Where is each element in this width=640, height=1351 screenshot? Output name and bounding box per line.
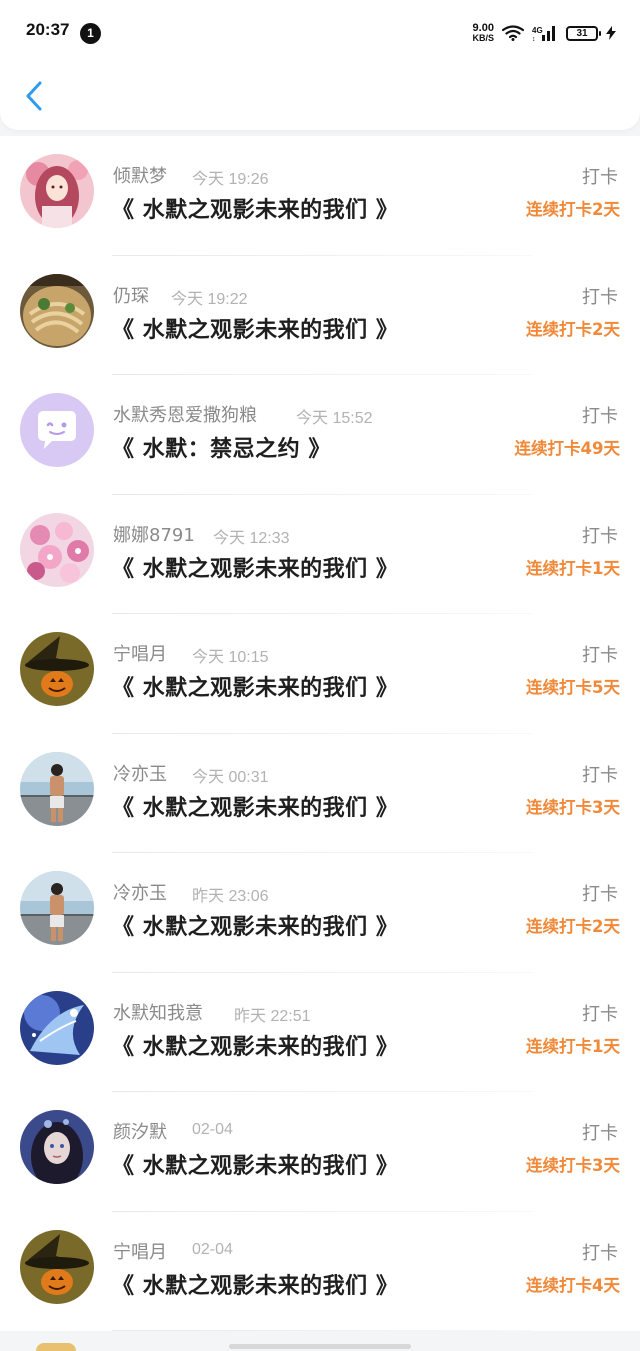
avatar[interactable] xyxy=(20,632,94,706)
user-name[interactable]: 娜娜8791 xyxy=(113,521,195,547)
checkin-label: 打卡 xyxy=(582,406,618,427)
checkin-label: 打卡 xyxy=(582,286,618,308)
post-time: 今天 19:26 xyxy=(192,171,269,188)
user-name[interactable]: 宁唱月 xyxy=(113,640,167,666)
user-name[interactable]: 冷亦玉 xyxy=(113,879,167,905)
user-name[interactable]: 宁唱月 xyxy=(113,1238,167,1264)
book-title[interactable]: 《 水默之观影未来的我们 》 xyxy=(112,551,398,583)
list-item[interactable]: 仍琛 今天 19:22 《 水默之观影未来的我们 》 打卡连续打卡2天 xyxy=(0,256,640,375)
battery-icon: 31 xyxy=(566,25,601,41)
post-time: 今天 10:15 xyxy=(192,649,269,666)
header-bar xyxy=(0,62,640,130)
avatar[interactable] xyxy=(20,752,94,826)
chevron-left-icon xyxy=(26,81,42,111)
checkin-list: 倾默梦 今天 19:26 《 水默之观影未来的我们 》打卡 连续打卡2天 仍琛 今天 19… xyxy=(0,136,640,1331)
book-title[interactable]: 《 水默之观影未来的我们 》 xyxy=(112,312,398,344)
notification-count-badge: 1 xyxy=(80,23,101,44)
streak-days: 连续打卡1天 xyxy=(526,1036,620,1056)
net-speed-unit: KB/S xyxy=(472,33,494,43)
checkin-label: 打卡 xyxy=(582,1123,618,1144)
status-icons: 9.00 KB/S 4G ↕ 31 xyxy=(472,22,616,44)
book-title[interactable]: 《 水默之观影未来的我们 》 xyxy=(112,1148,398,1180)
list-item[interactable]: 冷亦玉 昨天 23:06 《 水默之观影未来的我们 》 打卡连续打卡2天 xyxy=(0,853,640,973)
cellular-signal-icon: 4G ↕ xyxy=(532,26,555,41)
user-name[interactable]: 冷亦玉 xyxy=(113,760,167,786)
book-title[interactable]: 《 水默之观影未来的我们 》 xyxy=(112,1029,398,1061)
post-time: 02-04 xyxy=(192,1121,233,1138)
post-time: 昨天 22:51 xyxy=(234,1007,311,1025)
wifi-icon xyxy=(502,25,524,41)
streak-days: 连续打卡2天 xyxy=(526,200,620,219)
checkin-label: 打卡 xyxy=(582,1242,618,1264)
next-item-avatar-peek xyxy=(36,1343,76,1351)
net-speed: 9.00 KB/S xyxy=(472,23,494,43)
avatar[interactable] xyxy=(20,1110,94,1184)
back-button[interactable] xyxy=(20,78,52,114)
checkin-label: 打卡 xyxy=(582,884,618,905)
status-bar: 20:37 1 9.00 KB/S 4G ↕ 31 xyxy=(0,0,640,62)
streak-days: 连续打卡2天 xyxy=(526,319,620,339)
list-item[interactable]: 倾默梦 今天 19:26 《 水默之观影未来的我们 》 打卡连续打卡2天 xyxy=(0,136,640,256)
signal-label: 4G xyxy=(532,26,543,35)
post-time: 今天 15:52 xyxy=(296,410,373,427)
streak-days: 连续打卡4天 xyxy=(526,1275,620,1295)
list-item[interactable]: 水默秀恩爱撒狗粮 今天 15:52 《 水默：禁忌之约 》 打卡连续打卡49天 xyxy=(0,375,640,495)
avatar[interactable] xyxy=(20,154,94,228)
post-time: 昨天 23:06 xyxy=(192,888,269,905)
avatar[interactable] xyxy=(20,871,94,945)
avatar[interactable] xyxy=(20,1230,94,1304)
book-title[interactable]: 《 水默之观影未来的我们 》 xyxy=(112,909,398,941)
streak-days: 连续打卡1天 xyxy=(526,558,620,578)
status-time: 20:37 xyxy=(26,20,70,39)
user-name[interactable]: 水默秀恩爱撒狗粮 xyxy=(113,401,257,427)
book-title[interactable]: 《 水默之观影未来的我们 》 xyxy=(112,790,398,822)
list-item[interactable]: 冷亦玉 今天 00:31 《 水默之观影未来的我们 》 打卡连续打卡3天 xyxy=(0,734,640,853)
streak-days: 连续打卡49天 xyxy=(514,439,620,458)
streak-days: 连续打卡3天 xyxy=(526,1156,620,1175)
list-item[interactable]: 颜汐默 02-04 《 水默之观影未来的我们 》 打卡连续打卡3天 xyxy=(0,1092,640,1212)
divider xyxy=(112,1330,532,1331)
book-title[interactable]: 《 水默：禁忌之约 》 xyxy=(112,431,331,463)
list-item[interactable]: 宁唱月 今天 10:15 《 水默之观影未来的我们 》 打卡连续打卡5天 xyxy=(0,614,640,734)
user-name[interactable]: 倾默梦 xyxy=(113,162,167,188)
checkin-label: 打卡 xyxy=(582,167,618,188)
list-item[interactable]: 水默知我意 昨天 22:51 《 水默之观影未来的我们 》 打卡连续打卡1天 xyxy=(0,973,640,1092)
checkin-label: 打卡 xyxy=(582,645,618,666)
user-name[interactable]: 水默知我意 xyxy=(113,999,203,1025)
streak-days: 连续打卡3天 xyxy=(526,797,620,817)
user-name[interactable]: 仍琛 xyxy=(113,282,149,308)
svg-text:↕: ↕ xyxy=(532,36,536,41)
list-item[interactable]: 娜娜8791 今天 12:33 《 水默之观影未来的我们 》 打卡连续打卡1天 xyxy=(0,495,640,614)
user-name[interactable]: 颜汐默 xyxy=(113,1118,167,1144)
charging-bolt-icon xyxy=(606,26,616,40)
avatar[interactable] xyxy=(20,393,94,467)
book-title[interactable]: 《 水默之观影未来的我们 》 xyxy=(112,670,398,702)
checkin-label: 打卡 xyxy=(582,525,618,547)
post-time: 今天 12:33 xyxy=(213,529,290,547)
streak-days: 连续打卡2天 xyxy=(526,917,620,936)
post-time: 02-04 xyxy=(192,1240,233,1258)
home-indicator[interactable] xyxy=(229,1344,411,1349)
book-title[interactable]: 《 水默之观影未来的我们 》 xyxy=(112,1268,398,1300)
avatar[interactable] xyxy=(20,991,94,1065)
list-item[interactable]: 宁唱月 02-04 《 水默之观影未来的我们 》 打卡连续打卡4天 xyxy=(0,1212,640,1331)
streak-days: 连续打卡5天 xyxy=(526,678,620,697)
avatar[interactable] xyxy=(20,513,94,587)
checkin-label: 打卡 xyxy=(582,764,618,786)
checkin-label: 打卡 xyxy=(582,1003,618,1025)
avatar[interactable] xyxy=(20,274,94,348)
post-time: 今天 19:22 xyxy=(171,290,248,308)
post-time: 今天 00:31 xyxy=(192,768,269,786)
book-title[interactable]: 《 水默之观影未来的我们 》 xyxy=(112,192,398,224)
